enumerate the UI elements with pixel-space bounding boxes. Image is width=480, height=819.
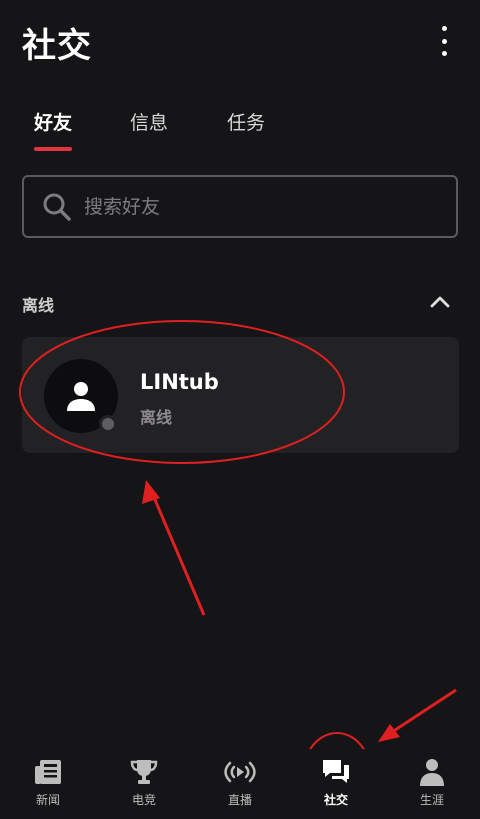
offline-section-header[interactable]: 离线 [22, 292, 458, 316]
nav-live[interactable]: 直播 [192, 749, 288, 819]
more-dot-icon [441, 38, 447, 44]
nav-esports[interactable]: 电竞 [96, 749, 192, 819]
more-dot-icon [441, 51, 447, 56]
nav-label: 社交 [323, 793, 348, 807]
annotation-arrow-friend [148, 487, 206, 616]
search-icon [43, 193, 71, 221]
tab-friends[interactable]: 好友 [34, 108, 73, 151]
search-input[interactable] [84, 195, 414, 218]
offline-status-dot [99, 415, 117, 433]
tab-label: 信息 [130, 112, 169, 134]
tab-tasks[interactable]: 任务 [227, 108, 265, 135]
nav-label: 生涯 [419, 793, 444, 807]
live-broadcast-icon [224, 761, 256, 783]
trophy-icon [130, 760, 158, 784]
friend-status: 离线 [140, 408, 173, 427]
section-title: 离线 [22, 296, 55, 315]
annotation-arrowhead-social [378, 724, 400, 742]
nav-career[interactable]: 生涯 [384, 749, 480, 819]
nav-label: 直播 [227, 793, 252, 807]
nav-label: 电竞 [131, 793, 156, 807]
nav-label: 新闻 [35, 793, 60, 807]
tab-label: 任务 [227, 112, 266, 134]
annotation-arrowhead-friend [142, 480, 160, 504]
nav-social[interactable]: 社交 [288, 749, 384, 819]
tab-bar: 好友 信息 任务 [0, 108, 480, 158]
page-title: 社交 [22, 26, 92, 66]
annotation-arrow-social [385, 688, 457, 738]
friend-list-item[interactable]: LINtub 离线 [22, 337, 459, 453]
tab-label: 好友 [34, 112, 73, 134]
bottom-navigation: 新闻 电竞 直播 社交 生涯 [0, 749, 480, 819]
chat-bubbles-icon [323, 760, 349, 783]
news-icon [35, 760, 61, 784]
chevron-up-icon[interactable] [430, 294, 450, 308]
more-options-button[interactable] [434, 26, 454, 56]
nav-news[interactable]: 新闻 [0, 749, 96, 819]
friend-name: LINtub [140, 370, 219, 394]
default-user-icon [67, 382, 95, 411]
person-icon [420, 759, 444, 786]
search-box[interactable] [22, 175, 458, 238]
tab-messages[interactable]: 信息 [130, 108, 168, 135]
more-dot-icon [441, 26, 447, 31]
active-tab-indicator [34, 147, 73, 151]
